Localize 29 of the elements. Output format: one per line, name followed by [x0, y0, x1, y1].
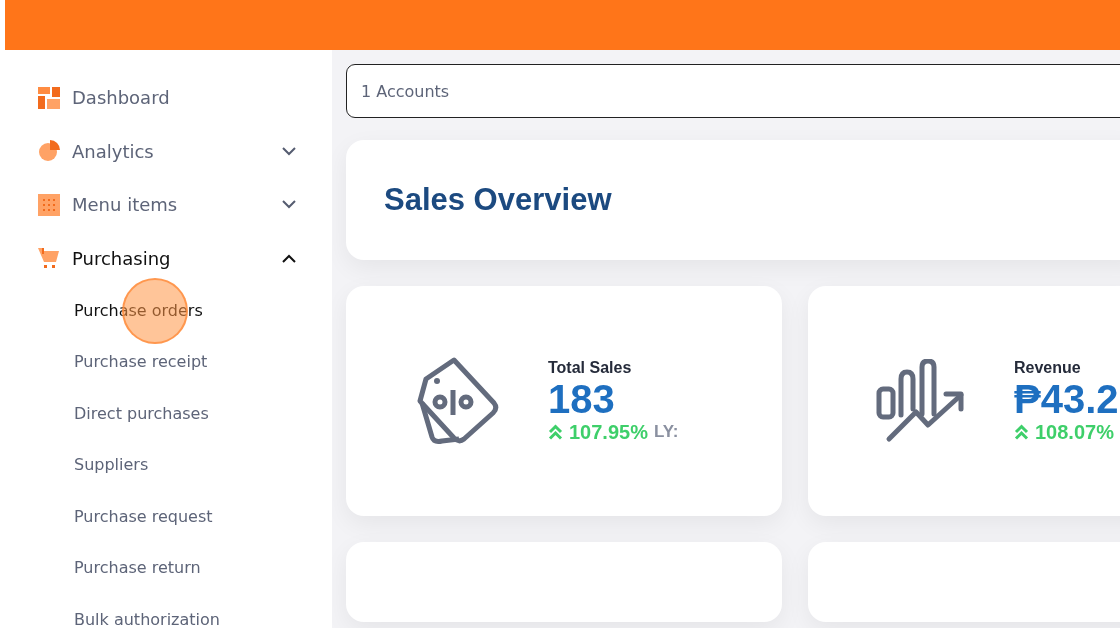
submenu-item[interactable]: Purchase return: [74, 558, 201, 579]
account-field[interactable]: 1 Accounts: [346, 64, 1120, 118]
sidebar-item[interactable]: Dashboard: [5, 71, 332, 125]
submenu-item[interactable]: Purchase request: [74, 506, 213, 527]
chevron-icon: [282, 253, 296, 263]
double-up-arrow-icon: [1014, 424, 1029, 440]
chevron-icon: [282, 146, 296, 156]
growth-chart-icon: [876, 359, 966, 443]
double-up-arrow-icon: [548, 424, 563, 440]
pie-chart-icon: [38, 140, 60, 163]
stat-label: Revenue: [1014, 358, 1082, 377]
change-percent: 108.07%: [1035, 420, 1114, 444]
sidebar-item[interactable]: Analytics: [5, 124, 332, 178]
dashboard-icon: [38, 86, 60, 109]
last-year-label: LY:: [653, 422, 679, 442]
submenu-item[interactable]: Suppliers: [74, 455, 149, 476]
submenu-item[interactable]: Purchase receipt: [74, 352, 208, 373]
stat-value: 183: [548, 376, 616, 421]
sidebar-item[interactable]: Purchasing: [5, 231, 332, 285]
submenu-item[interactable]: Direct purchases: [74, 403, 209, 424]
cart-icon: [38, 247, 60, 270]
chevron-icon: [282, 200, 296, 210]
section-title: Sales Overview: [384, 182, 612, 218]
submenu-item[interactable]: Bulk authorization: [74, 609, 220, 628]
stat-label: Total Sales: [548, 358, 633, 377]
grid-icon: [38, 193, 60, 216]
stat-value: ₱43.2: [1014, 376, 1119, 421]
sidebar-item[interactable]: Menu items: [5, 178, 332, 232]
change-percent: 107.95%: [569, 420, 648, 444]
